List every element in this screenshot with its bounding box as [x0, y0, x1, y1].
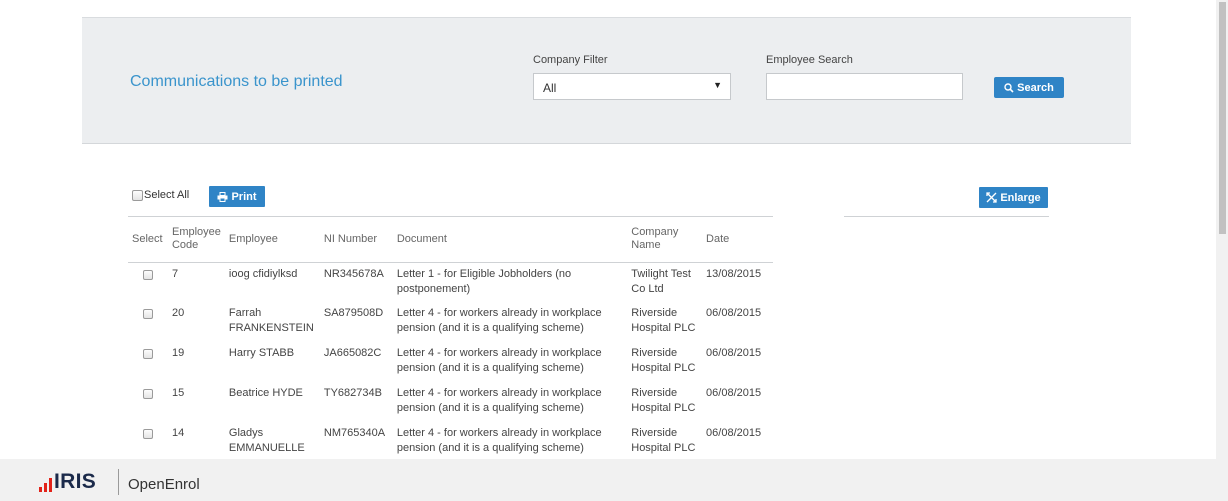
- logo-text: IRIS: [54, 470, 97, 493]
- cell-company-name: Riverside Hospital PLC: [631, 347, 696, 374]
- search-button-label: Search: [1017, 81, 1054, 94]
- cell-employee: Farrah FRANKENSTEIN: [228, 307, 314, 334]
- cell-company-name: Riverside Hospital PLC: [631, 427, 696, 454]
- cell-employee-code: 14: [171, 427, 185, 439]
- expand-icon: [986, 192, 997, 203]
- printer-icon: [217, 191, 228, 202]
- cell-date: 06/08/2015: [706, 387, 762, 399]
- row-checkbox[interactable]: [142, 269, 153, 280]
- cell-company-name: Riverside Hospital PLC: [631, 307, 696, 334]
- enlarge-button-label: Enlarge: [1000, 191, 1041, 204]
- cell-ni-number: NR345678A: [323, 267, 384, 280]
- row-checkbox[interactable]: [142, 349, 153, 359]
- logo-bars-icon: [39, 478, 52, 492]
- company-filter-label: Company Filter: [533, 54, 608, 66]
- iris-logo: IRIS: [39, 470, 97, 493]
- table-row: 20 Farrah FRANKENSTEIN SA879508D Letter …: [128, 302, 773, 342]
- cell-document: Letter 4 - for workers already in workpl…: [396, 427, 602, 454]
- cell-employee-code: 7: [171, 267, 179, 280]
- column-header-employee-code: Employee Code: [167, 217, 225, 263]
- row-select-cell: [128, 342, 168, 382]
- search-button[interactable]: Search: [994, 77, 1064, 98]
- cell-document: Letter 4 - for workers already in workpl…: [396, 307, 602, 334]
- communications-table: Select Employee Code Employee NI Number …: [128, 216, 773, 462]
- cell-date: 06/08/2015: [706, 347, 762, 359]
- search-icon: [1004, 82, 1014, 93]
- print-button-label: Print: [231, 190, 257, 203]
- select-all-box[interactable]: [132, 189, 143, 201]
- enlarge-button[interactable]: Enlarge: [979, 187, 1048, 208]
- footer-bar: IRIS OpenEnrol: [0, 459, 1228, 501]
- header-panel: Communications to be printed Company Fil…: [82, 17, 1131, 144]
- row-checkbox[interactable]: [142, 309, 153, 319]
- column-header-company-name: Company Name: [627, 217, 703, 263]
- preview-divider: [844, 216, 1049, 217]
- column-header-date: Date: [702, 217, 773, 263]
- cell-date: 13/08/2015: [706, 267, 762, 280]
- table-row: 7 ioog cfidiylksd NR345678A Letter 1 - f…: [128, 262, 773, 302]
- row-select-cell: [128, 422, 168, 462]
- cell-document: Letter 4 - for workers already in workpl…: [396, 347, 602, 374]
- cell-employee: Beatrice HYDE: [228, 387, 303, 399]
- cell-employee-code: 19: [171, 347, 185, 359]
- page-title: Communications to be printed: [130, 73, 343, 90]
- product-name: OpenEnrol: [128, 476, 200, 493]
- table-header-row: Select Employee Code Employee NI Number …: [128, 217, 773, 263]
- column-header-document: Document: [392, 217, 628, 263]
- caret-down-icon: ▼: [713, 80, 722, 90]
- cell-company-name: Twilight Test Co Ltd: [631, 267, 691, 295]
- table-row: 14 Gladys EMMANUELLE NM765340A Letter 4 …: [128, 422, 773, 462]
- cell-ni-number: SA879508D: [323, 307, 384, 319]
- footer-divider: [118, 469, 119, 495]
- cell-ni-number: TY682734B: [323, 387, 382, 399]
- cell-ni-number: NM765340A: [323, 427, 386, 439]
- cell-employee: Harry STABB: [228, 347, 295, 359]
- row-checkbox[interactable]: [142, 389, 153, 399]
- cell-employee-code: 15: [171, 387, 185, 399]
- table-row: 19 Harry STABB JA665082C Letter 4 - for …: [128, 342, 773, 382]
- scrollbar-thumb[interactable]: [1219, 2, 1226, 234]
- row-select-cell: [128, 382, 168, 422]
- table-row: 15 Beatrice HYDE TY682734B Letter 4 - fo…: [128, 382, 773, 422]
- row-select-cell: [128, 262, 168, 302]
- cell-employee: ioog cfidiylksd: [228, 267, 298, 280]
- cell-date: 06/08/2015: [706, 307, 762, 319]
- print-button[interactable]: Print: [209, 186, 265, 207]
- column-header-ni-number: NI Number: [319, 217, 393, 263]
- cell-employee: Gladys EMMANUELLE: [228, 427, 305, 454]
- row-select-cell: [128, 302, 168, 342]
- employee-search-input[interactable]: [766, 73, 963, 100]
- column-header-employee: Employee: [224, 217, 320, 263]
- cell-company-name: Riverside Hospital PLC: [631, 387, 696, 414]
- select-all-checkbox[interactable]: Select All: [132, 189, 189, 201]
- cell-date: 06/08/2015: [706, 427, 762, 439]
- column-header-select: Select: [128, 217, 168, 263]
- cell-employee-code: 20: [171, 307, 185, 319]
- company-filter-value: All: [543, 81, 557, 95]
- cell-document: Letter 1 - for Eligible Jobholders (no p…: [396, 267, 572, 295]
- select-all-label: Select All: [144, 189, 190, 201]
- cell-ni-number: JA665082C: [323, 347, 382, 359]
- company-filter-select[interactable]: All ▼: [533, 73, 731, 100]
- row-checkbox[interactable]: [142, 429, 153, 439]
- cell-document: Letter 4 - for workers already in workpl…: [396, 387, 602, 414]
- employee-search-label: Employee Search: [766, 54, 853, 66]
